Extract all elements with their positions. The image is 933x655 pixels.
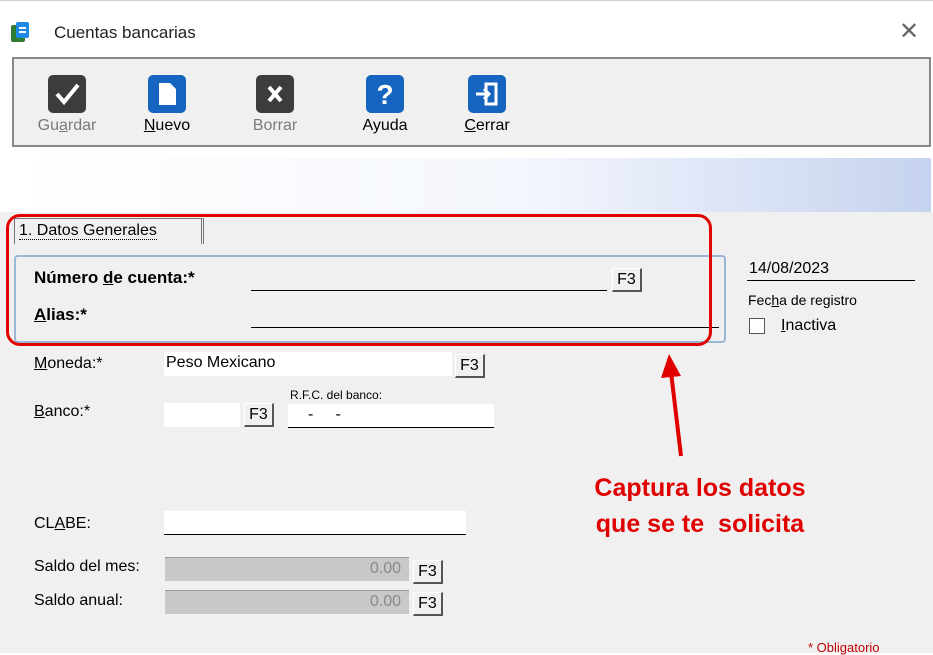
monthly-balance-f3-button[interactable]: F3: [413, 560, 443, 584]
save-button[interactable]: Guardar: [24, 65, 110, 145]
clabe-label: CLABE:: [34, 515, 91, 532]
close-button[interactable]: Cerrar: [444, 65, 530, 145]
annotation-arrow-icon: [661, 354, 683, 457]
registration-date-field[interactable]: 14/08/2023: [747, 260, 915, 281]
exit-icon: [468, 75, 506, 113]
registration-date-label: Fecha de registro: [748, 292, 857, 308]
app-icon: [11, 22, 29, 42]
checkmark-icon: [48, 75, 86, 113]
save-label: Guardar: [37, 117, 97, 134]
window-title: Cuentas bancarias: [54, 23, 196, 42]
help-label: Ayuda: [362, 117, 408, 134]
new-document-icon: [148, 75, 186, 113]
currency-f3-button[interactable]: F3: [455, 354, 485, 378]
monthly-balance-field: 0.00: [165, 557, 409, 581]
annotation-highlight-box: [6, 214, 712, 346]
close-icon[interactable]: ✕: [896, 19, 922, 45]
annotation-text: Captura los datos que se te solicita: [520, 470, 880, 542]
annotation-line-2: que se te solicita: [595, 510, 805, 538]
clabe-input[interactable]: [164, 511, 466, 535]
annual-balance-label: Saldo anual:: [34, 592, 123, 609]
annual-balance-f3-button[interactable]: F3: [413, 592, 443, 616]
bank-field[interactable]: [164, 403, 240, 427]
header-band: [16, 158, 931, 212]
bank-f3-button[interactable]: F3: [244, 403, 274, 427]
bank-label: Banco:*: [34, 403, 91, 420]
rfc-label: R.F.C. del banco:: [290, 388, 383, 402]
new-button[interactable]: Nuevo: [124, 65, 210, 145]
rfc-field[interactable]: - -: [288, 404, 494, 428]
monthly-balance-label: Saldo del mes:: [34, 558, 140, 575]
annotation-line-1: Captura los datos: [594, 474, 806, 502]
delete-button[interactable]: Borrar: [232, 65, 318, 145]
inactive-checkbox[interactable]: [749, 318, 765, 334]
new-label: Nuevo: [143, 117, 191, 134]
inactive-label: Inactiva: [781, 317, 837, 334]
currency-field[interactable]: Peso Mexicano: [164, 352, 452, 376]
help-icon: ?: [366, 75, 404, 113]
svg-text:?: ?: [376, 79, 393, 109]
close-label: Cerrar: [464, 117, 510, 134]
currency-label: Moneda:*: [34, 355, 103, 372]
annual-balance-field: 0.00: [165, 590, 409, 614]
delete-label: Borrar: [252, 117, 298, 134]
delete-x-icon: [256, 75, 294, 113]
toolbar: Guardar Nuevo Borrar ? Ayuda Cerrar: [12, 57, 931, 147]
help-button[interactable]: ? Ayuda: [342, 65, 428, 145]
